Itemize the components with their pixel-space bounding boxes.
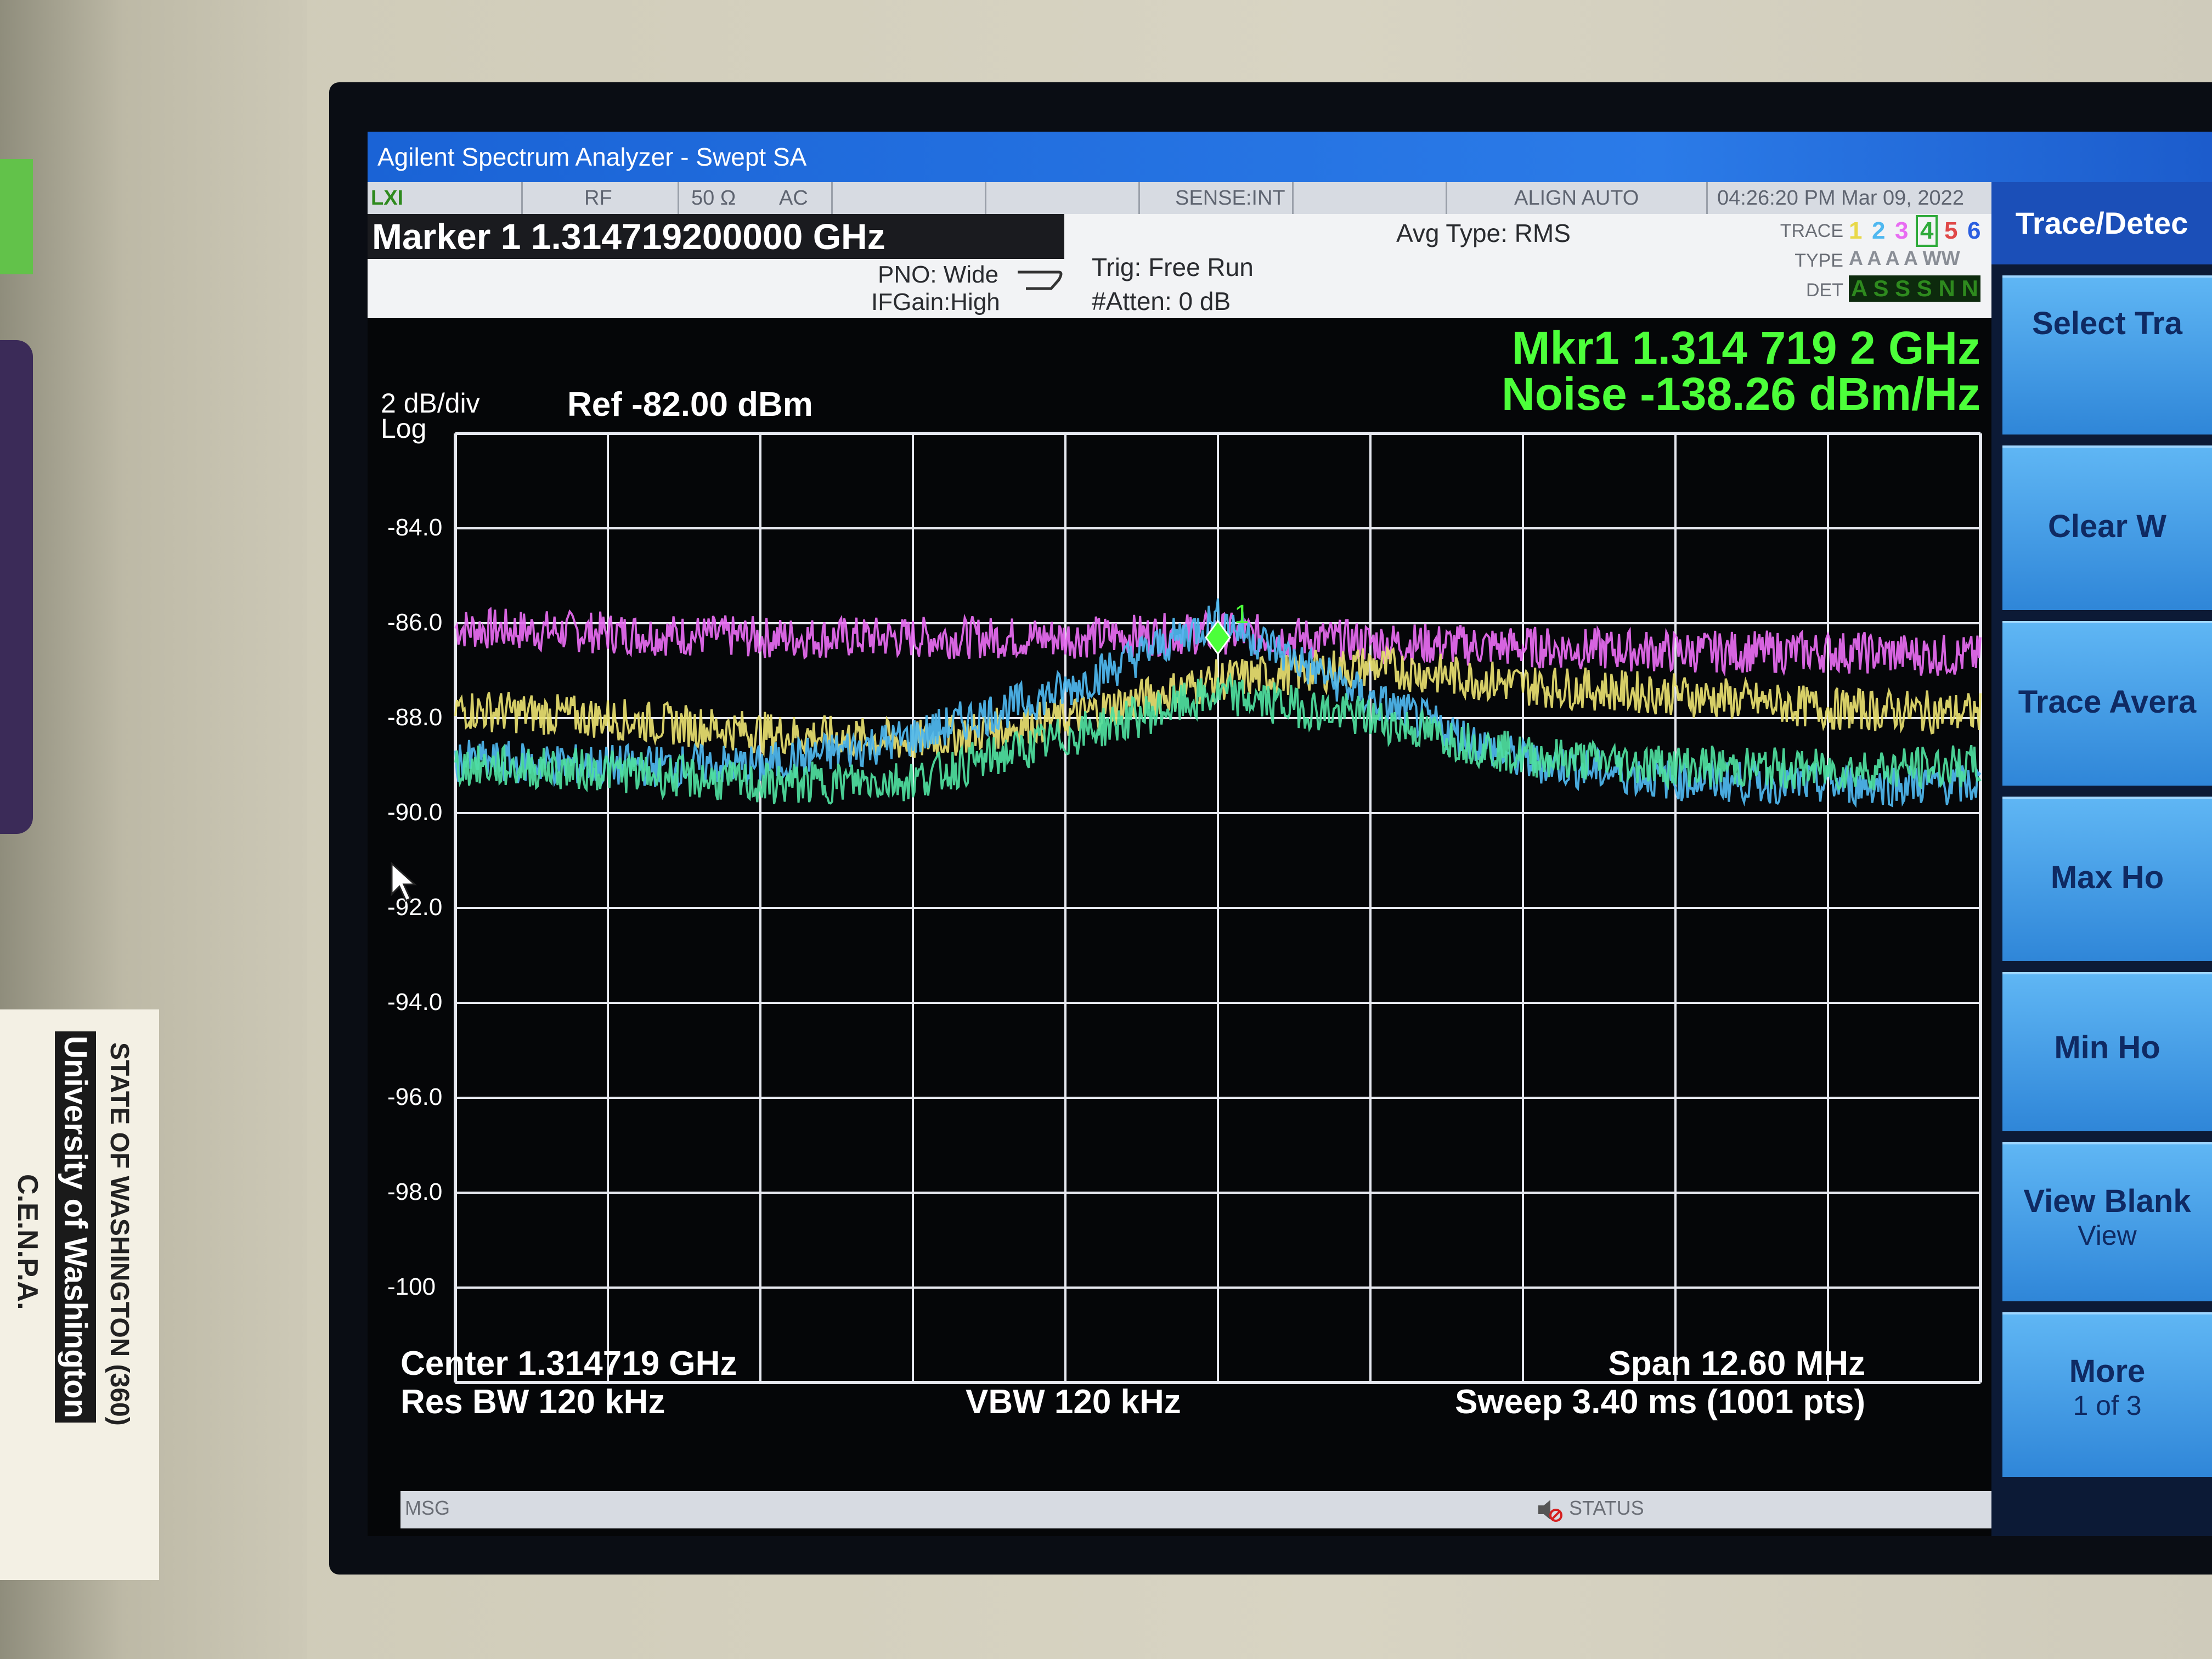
avg-type-setting: Avg Type: RMS bbox=[1396, 219, 1571, 247]
softkey-min-hold[interactable]: Min Ho bbox=[2002, 972, 2212, 1131]
sticker-line-2: University of Washington bbox=[55, 1031, 96, 1423]
softkey-select-trace[interactable]: Select Tra bbox=[2002, 275, 2212, 435]
impedance: 50 Ω bbox=[691, 187, 736, 210]
trace-num-1: 1 bbox=[1849, 217, 1863, 244]
center-frequency: Center 1.314719 GHz bbox=[400, 1345, 737, 1383]
softkey-label: View Blank bbox=[2023, 1183, 2191, 1219]
status-strip: LXI RF 50 Ω AC SENSE:INT ALIGN AUTO 04:2… bbox=[368, 182, 1991, 214]
sweep-icon bbox=[1018, 270, 1063, 290]
y-tick-label: -98.0 bbox=[387, 1178, 443, 1205]
y-tick-label: -88.0 bbox=[387, 704, 443, 731]
softkey-max-hold[interactable]: Max Ho bbox=[2002, 797, 2212, 961]
softkey-label: Select Tra bbox=[2032, 306, 2183, 341]
message-bar: MSG STATUS bbox=[400, 1491, 1991, 1528]
span: Span 12.60 MHz bbox=[1608, 1345, 1865, 1383]
sense-indicator: SENSE:INT bbox=[1175, 187, 1285, 210]
status-label[interactable]: STATUS bbox=[1569, 1497, 1644, 1520]
y-tick-label: -86.0 bbox=[387, 609, 443, 636]
trace-row-label: TRACE bbox=[1780, 221, 1843, 241]
softkey-clear-write[interactable]: Clear W bbox=[2002, 445, 2212, 610]
attenuation-setting: #Atten: 0 dB bbox=[1092, 287, 1231, 315]
mouse-pointer-icon bbox=[391, 861, 417, 902]
y-tick-label: -100 bbox=[387, 1273, 436, 1300]
trace-num-5: 5 bbox=[1944, 217, 1958, 244]
coupling: AC bbox=[779, 187, 808, 210]
property-sticker: STATE OF WASHINGTON (360) University of … bbox=[0, 1009, 159, 1580]
trace-type-row: A A A A WW bbox=[1849, 247, 1960, 269]
green-tag bbox=[0, 159, 33, 274]
softkey-label: More bbox=[2069, 1353, 2146, 1389]
lxi-indicator: LXI bbox=[371, 187, 404, 210]
y-tick-label: -84.0 bbox=[387, 514, 443, 541]
type-row-label: TYPE bbox=[1795, 250, 1843, 271]
softkey-sublabel: 1 of 3 bbox=[2073, 1390, 2142, 1421]
softkey-more[interactable]: More 1 of 3 bbox=[2002, 1312, 2212, 1477]
res-bw: Res BW 120 kHz bbox=[400, 1383, 665, 1421]
settings-info-bar: Marker 1 1.314719200000 GHz PNO: Wide IF… bbox=[368, 214, 1991, 318]
softkey-trace-average[interactable]: Trace Avera bbox=[2002, 621, 2212, 786]
y-tick-label: -94.0 bbox=[387, 989, 443, 1015]
marker-number-label: 1 bbox=[1234, 600, 1249, 629]
spectrum-plot: 1 bbox=[454, 432, 1982, 1384]
sticker-line-1: STATE OF WASHINGTON (360) bbox=[105, 1042, 134, 1426]
trace-display: Mkr1 1.314 719 2 GHz Noise -138.26 dBm/H… bbox=[368, 318, 1991, 1498]
vbw: VBW 120 kHz bbox=[966, 1383, 1181, 1421]
trace-num-3: 3 bbox=[1895, 217, 1909, 244]
softkey-label: Max Ho bbox=[2050, 860, 2164, 895]
trigger-setting: Trig: Free Run bbox=[1092, 253, 1254, 281]
purple-asset-tag bbox=[0, 340, 33, 834]
trace-num-2: 2 bbox=[1872, 217, 1886, 244]
softkey-view-blank[interactable]: View Blank View bbox=[2002, 1142, 2212, 1301]
msg-label: MSG bbox=[405, 1497, 450, 1519]
softkey-label: Min Ho bbox=[2054, 1030, 2160, 1065]
trace-num-6: 6 bbox=[1967, 217, 1981, 244]
graticule bbox=[454, 432, 1982, 1384]
mute-icon bbox=[1538, 1500, 1562, 1522]
rf-input: RF bbox=[584, 187, 612, 210]
softkey-panel: Trace/Detec Select Tra Clear W Trace Ave… bbox=[1991, 182, 2212, 1536]
y-tick-label: -90.0 bbox=[387, 799, 443, 826]
datetime: 04:26:20 PM Mar 09, 2022 bbox=[1717, 187, 1964, 210]
det-row-label: DET bbox=[1806, 280, 1843, 301]
softkey-sublabel: View bbox=[2078, 1220, 2137, 1251]
trace-det-row: A S S S N N bbox=[1849, 275, 1980, 302]
softkey-menu-title: Trace/Detec bbox=[1991, 182, 2212, 264]
softkey-label: Trace Avera bbox=[2018, 684, 2197, 720]
y-tick-label: -96.0 bbox=[387, 1084, 443, 1110]
align-indicator: ALIGN AUTO bbox=[1514, 187, 1639, 210]
softkey-label: Clear W bbox=[2048, 509, 2166, 544]
sticker-line-3: C.E.N.P.A. bbox=[12, 1174, 43, 1310]
trace-legend: TRACE TYPE DET 1 2 3 4 5 6 A A A A WW A … bbox=[1772, 214, 1991, 318]
pno-setting: PNO: Wide bbox=[878, 261, 999, 288]
window-title: Agilent Spectrum Analyzer - Swept SA bbox=[368, 132, 2212, 182]
marker-title[interactable]: Marker 1 1.314719200000 GHz bbox=[368, 214, 1064, 259]
trace-num-4: 4 bbox=[1916, 215, 1938, 247]
sweep-time: Sweep 3.40 ms (1001 pts) bbox=[1455, 1383, 1865, 1421]
analyzer-screen: Agilent Spectrum Analyzer - Swept SA LXI… bbox=[368, 132, 2212, 1536]
ifgain-setting: IFGain:High bbox=[871, 289, 1000, 315]
